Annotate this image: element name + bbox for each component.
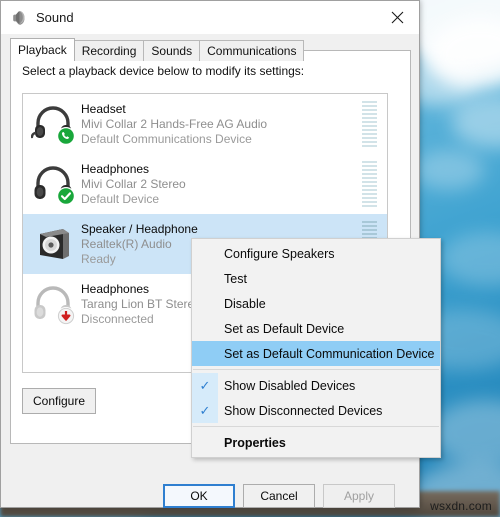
speaker-icon: [31, 222, 75, 266]
menu-item[interactable]: Properties: [192, 430, 440, 455]
device-name: Headset: [81, 101, 126, 116]
menu-item-label: Set as Default Communication Device: [224, 346, 435, 361]
menu-item[interactable]: ✓ Show Disabled Devices: [192, 373, 440, 398]
device-context-menu[interactable]: Configure Speakers Test Disable Set as Defa…: [191, 238, 441, 458]
device-status: Default Device: [81, 191, 160, 206]
title-bar: Sound: [1, 1, 419, 34]
ok-button[interactable]: OK: [163, 484, 235, 508]
cloud-decoration: [414, 150, 484, 190]
menu-item[interactable]: ✓ Show Disconnected Devices: [192, 398, 440, 423]
apply-button: Apply: [323, 484, 395, 508]
device-name: Headphones: [81, 161, 150, 176]
device-text: Headphones Mivi Collar 2 Stereo Default De…: [81, 162, 362, 207]
close-button[interactable]: [375, 1, 419, 33]
checkmark-icon: ✓: [192, 373, 218, 398]
close-icon: [391, 11, 403, 23]
headphones-icon: [31, 162, 75, 206]
device-status: Default Communications Device: [81, 131, 252, 146]
volume-meter: [362, 161, 377, 207]
menu-item-label: Test: [224, 271, 247, 286]
device-name: Speaker / Headphone: [81, 221, 198, 236]
cancel-button[interactable]: Cancel: [243, 484, 315, 508]
tab-playback[interactable]: Playback: [10, 38, 75, 61]
cloud-decoration: [428, 18, 500, 90]
menu-item-label: Disable: [224, 296, 266, 311]
tab-recording[interactable]: Recording: [73, 40, 145, 61]
watermark: wsxdn.com: [430, 499, 492, 513]
configure-button[interactable]: Configure: [22, 388, 96, 414]
menu-item[interactable]: Configure Speakers: [192, 241, 440, 266]
headphones-disabled-icon: [31, 282, 75, 326]
tab-communications[interactable]: Communications: [199, 40, 305, 61]
screen: wsxdn.com Sound Playback Recording Sounds C…: [0, 0, 500, 517]
device-description: Mivi Collar 2 Stereo: [81, 176, 186, 191]
device-description: Mivi Collar 2 Hands-Free AG Audio: [81, 116, 268, 131]
panel-hint: Select a playback device below to modify…: [22, 64, 305, 78]
device-row[interactable]: Headset Mivi Collar 2 Hands-Free AG Audio…: [23, 94, 387, 154]
menu-separator: [193, 369, 439, 370]
red-arrow-badge-icon: [57, 307, 75, 325]
window-title: Sound: [36, 10, 74, 25]
menu-item-label: Configure Speakers: [224, 246, 335, 261]
green-check-badge-icon: [57, 187, 75, 205]
menu-item-label: Set as Default Device: [224, 321, 345, 336]
cloud-decoration: [452, 96, 500, 148]
cloud-decoration: [440, 232, 500, 286]
headset-icon: [30, 102, 75, 146]
device-text: Headset Mivi Collar 2 Hands-Free AG Audio…: [81, 102, 362, 147]
checkmark-icon: ✓: [192, 398, 218, 423]
green-phone-badge-icon: [57, 127, 75, 145]
tab-sounds[interactable]: Sounds: [143, 40, 201, 61]
menu-item[interactable]: Set as Default Device: [192, 316, 440, 341]
device-row[interactable]: Headphones Mivi Collar 2 Stereo Default De…: [23, 154, 387, 214]
menu-item[interactable]: Set as Default Communication Device: [192, 341, 440, 366]
volume-meter: [362, 101, 377, 147]
menu-item-label: Show Disabled Devices: [224, 378, 356, 393]
speaker-glyph: [40, 229, 69, 259]
menu-item-label: Properties: [224, 435, 286, 450]
sound-speaker-icon: [13, 10, 25, 25]
menu-separator: [193, 426, 439, 427]
menu-item-label: Show Disconnected Devices: [224, 403, 383, 418]
menu-item[interactable]: Disable: [192, 291, 440, 316]
tab-strip: Playback Recording Sounds Communications: [10, 38, 419, 61]
menu-item[interactable]: Test: [192, 266, 440, 291]
